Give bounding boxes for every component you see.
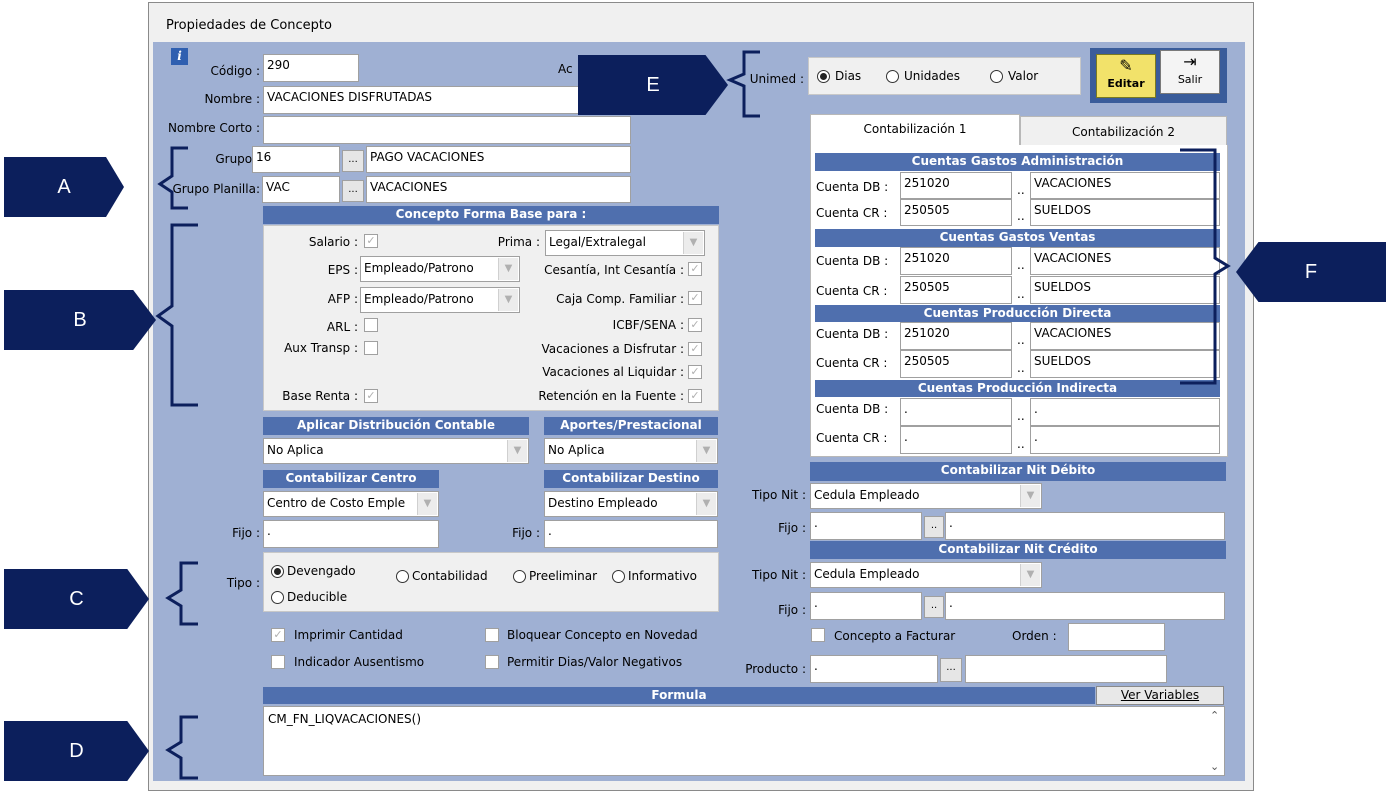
marker-b: B xyxy=(4,290,156,350)
brace-a xyxy=(157,146,188,210)
marker-f: F xyxy=(1236,242,1386,302)
brace-e xyxy=(726,50,760,118)
marker-e: E xyxy=(578,55,728,115)
brace-c xyxy=(165,561,198,626)
brace-d xyxy=(165,715,198,780)
annotation-braces xyxy=(155,50,1231,780)
marker-d: D xyxy=(4,721,149,781)
brace-b xyxy=(155,223,198,407)
brace-f xyxy=(1180,148,1231,385)
marker-a: A xyxy=(4,157,124,217)
marker-c: C xyxy=(4,569,149,629)
